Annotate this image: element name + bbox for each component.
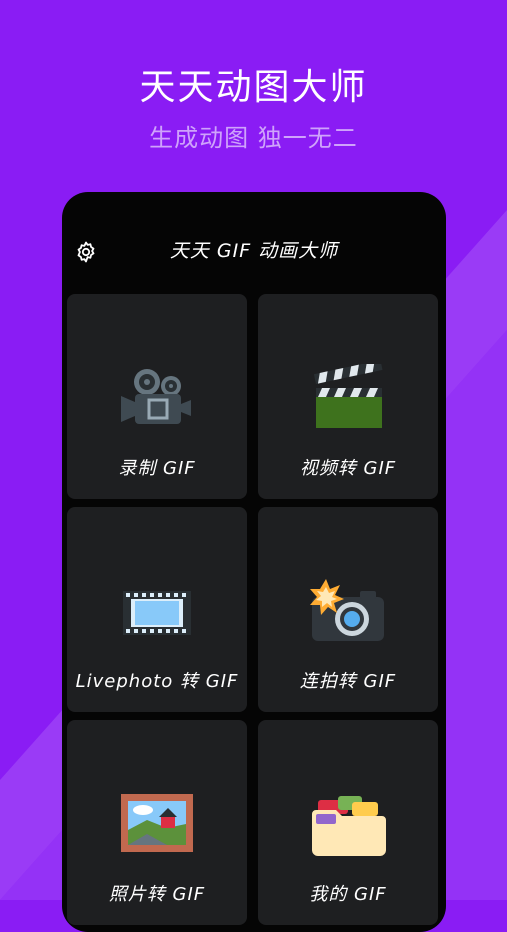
app-header: 天天 GIF 动画大师 xyxy=(62,192,446,292)
folder-icon xyxy=(312,796,386,856)
tile-burst-to-gif[interactable]: 连拍转 GIF xyxy=(258,507,438,712)
tile-label: Livephoto 转 GIF xyxy=(75,671,239,692)
film-strip-icon xyxy=(123,591,191,635)
camera-flash-icon xyxy=(310,579,384,641)
app-screen: 天天 GIF 动画大师 录制 GIF 视频转 GIF Livephoto 转 G… xyxy=(62,192,446,932)
clapper-board-icon xyxy=(313,364,383,428)
hero-subtitle: 生成动图 独一无二 xyxy=(149,124,358,152)
tile-video-to-gif[interactable]: 视频转 GIF xyxy=(258,294,438,499)
tile-photo-to-gif[interactable]: 照片转 GIF xyxy=(67,720,247,925)
tile-my-gif[interactable]: 我的 GIF xyxy=(258,720,438,925)
tile-label: 视频转 GIF xyxy=(299,458,397,479)
framed-picture-icon xyxy=(121,794,193,852)
app-title: 天天 GIF 动画大师 xyxy=(169,240,339,262)
tile-livephoto-to-gif[interactable]: Livephoto 转 GIF xyxy=(67,507,247,712)
tile-label: 连拍转 GIF xyxy=(299,671,397,692)
tile-record-gif[interactable]: 录制 GIF xyxy=(67,294,247,499)
hero-title: 天天动图大师 xyxy=(139,67,368,108)
tile-label: 照片转 GIF xyxy=(108,884,206,905)
movie-camera-icon xyxy=(121,369,191,424)
tile-label: 我的 GIF xyxy=(309,884,387,905)
tile-label: 录制 GIF xyxy=(118,458,196,479)
